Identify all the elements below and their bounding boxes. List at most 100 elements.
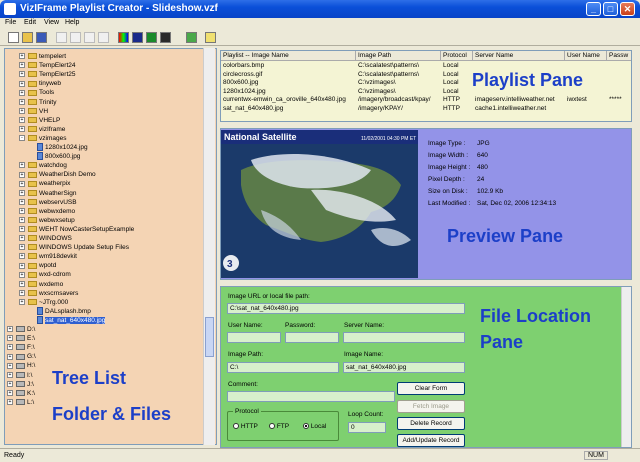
- menu-edit[interactable]: Edit: [24, 19, 36, 26]
- playlist-cell[interactable]: [607, 71, 631, 79]
- color-bars-icon[interactable]: [118, 32, 129, 43]
- playlist-cell[interactable]: [607, 62, 631, 70]
- fileloc-scrollbar[interactable]: [621, 287, 631, 447]
- tree-expander-icon[interactable]: +: [19, 262, 25, 269]
- tree-expander-icon[interactable]: +: [19, 53, 25, 60]
- tree-folder-item[interactable]: + VHELP: [19, 116, 60, 125]
- col-server-name[interactable]: Server Name: [473, 51, 565, 61]
- playlist-cell[interactable]: Local: [441, 71, 473, 79]
- tree-drive-item[interactable]: + F:\: [7, 343, 35, 352]
- tree-folder-item[interactable]: + wxdemo: [19, 280, 63, 289]
- playlist-cell[interactable]: 800x600.jpg: [221, 79, 356, 87]
- playlist-cell[interactable]: iwxtest: [565, 96, 607, 104]
- tree-folder-item[interactable]: - vzimages: [19, 134, 66, 143]
- tree-folder-item[interactable]: + wxscrnsavers: [19, 289, 78, 298]
- tree-folder-item[interactable]: + webwxsetup: [19, 216, 75, 225]
- tree-expander-icon[interactable]: +: [19, 126, 25, 133]
- tree-expander-icon[interactable]: +: [19, 226, 25, 233]
- tree-drive-item[interactable]: + I:\: [7, 371, 32, 380]
- col-password[interactable]: Passw: [607, 51, 631, 61]
- tree-folder-item[interactable]: + TempElert24: [19, 61, 76, 70]
- tree-expander-icon[interactable]: +: [7, 326, 13, 333]
- comment-input[interactable]: [227, 391, 395, 402]
- delete-icon[interactable]: [98, 32, 109, 43]
- playlist-cell[interactable]: C:\scalatest\patterns\: [356, 71, 441, 79]
- playlist-cell[interactable]: currentwx-emwin_ca_oroville_640x480.jpg: [221, 96, 356, 104]
- playlist-cell[interactable]: [473, 62, 565, 70]
- add-update-record-button[interactable]: Add/Update Record: [397, 434, 465, 447]
- cut-icon[interactable]: [56, 32, 67, 43]
- playlist-cell[interactable]: sat_nat_640x480.jpg: [221, 105, 356, 113]
- copy-icon[interactable]: [70, 32, 81, 43]
- tree-folder-item[interactable]: + ~JTrg.000: [19, 298, 68, 307]
- col-image-path[interactable]: Image Path: [356, 51, 441, 61]
- loop-count-input[interactable]: 0: [348, 422, 386, 433]
- tree-expander-icon[interactable]: +: [19, 180, 25, 187]
- fetch-image-button[interactable]: Fetch Image: [397, 400, 465, 413]
- view-dark-icon[interactable]: [160, 32, 171, 43]
- playlist-cell[interactable]: 1280x1024.jpg: [221, 88, 356, 96]
- tree-drive-item[interactable]: + K:\: [7, 389, 35, 398]
- help-icon[interactable]: [205, 32, 216, 43]
- tree-folder-item[interactable]: + TempElert25: [19, 70, 76, 79]
- playlist-cell[interactable]: C:\scalatest\patterns\: [356, 62, 441, 70]
- tree-folder-item[interactable]: + VH: [19, 107, 48, 116]
- tree-drive-item[interactable]: + D:\: [7, 325, 35, 334]
- close-button[interactable]: ✕: [620, 2, 635, 16]
- tree-expander-icon[interactable]: +: [19, 171, 25, 178]
- playlist-cell[interactable]: colorbars.bmp: [221, 62, 356, 70]
- playlist-cell[interactable]: C:\vzimages\: [356, 79, 441, 87]
- radio-local-dot[interactable]: [303, 423, 309, 430]
- tree-expander-icon[interactable]: +: [7, 353, 13, 360]
- col-protocol[interactable]: Protocol: [441, 51, 473, 61]
- new-file-icon[interactable]: [8, 32, 19, 43]
- tree-file-item[interactable]: DALsplash.bmp: [37, 307, 91, 316]
- tree-folder-item[interactable]: + WeatherDish Demo: [19, 170, 96, 179]
- playlist-cell[interactable]: cache1.intelliweather.net: [473, 105, 565, 113]
- tree-drive-item[interactable]: + L:\: [7, 398, 34, 407]
- password-input[interactable]: [285, 332, 339, 343]
- tree-scrollbar[interactable]: [203, 48, 215, 445]
- playlist-cell[interactable]: C:\vzimages\: [356, 88, 441, 96]
- image-name-input[interactable]: sat_nat_640x480.jpg: [343, 362, 465, 373]
- tree-file-item[interactable]: 800x600.jpg: [37, 152, 80, 161]
- tree-folder-item[interactable]: + webwxdemo: [19, 207, 75, 216]
- playlist-cell[interactable]: imageserv.intelliweather.net: [473, 96, 565, 104]
- view-green-icon[interactable]: [146, 32, 157, 43]
- playlist-cell[interactable]: [565, 105, 607, 113]
- clear-form-button[interactable]: Clear Form: [397, 382, 465, 395]
- tree-file-item[interactable]: sat_nat_640x480.jpg: [37, 316, 106, 325]
- playlist-cell[interactable]: /imagery/KPAY/: [356, 105, 441, 113]
- tree-folder-item[interactable]: + Tools: [19, 88, 54, 97]
- radio-http[interactable]: HTTP: [233, 423, 258, 430]
- playlist-cell[interactable]: HTTP: [441, 105, 473, 113]
- tree-folder-item[interactable]: + tinyweb: [19, 79, 61, 88]
- tree-folder-item[interactable]: + WINDOWS: [19, 234, 72, 243]
- tree-expander-icon[interactable]: +: [19, 189, 25, 196]
- minimize-button[interactable]: _: [586, 2, 601, 16]
- tree-expander-icon[interactable]: +: [19, 235, 25, 242]
- tree-folder-item[interactable]: + Trinity: [19, 98, 56, 107]
- tree-expander-icon[interactable]: +: [19, 62, 25, 69]
- playlist-cell[interactable]: Local: [441, 79, 473, 87]
- export-icon[interactable]: [186, 32, 197, 43]
- radio-ftp[interactable]: FTP: [269, 423, 289, 430]
- open-folder-icon[interactable]: [22, 32, 33, 43]
- menu-file[interactable]: File: [5, 19, 16, 26]
- tree-folder-item[interactable]: + webservUSB: [19, 198, 77, 207]
- tree-expander-icon[interactable]: +: [7, 380, 13, 387]
- playlist-cell[interactable]: *****: [607, 96, 631, 104]
- tree-expander-icon[interactable]: +: [19, 162, 25, 169]
- menu-view[interactable]: View: [44, 19, 59, 26]
- tree-expander-icon[interactable]: +: [19, 107, 25, 114]
- delete-record-button[interactable]: Delete Record: [397, 417, 465, 430]
- tree-expander-icon[interactable]: +: [19, 198, 25, 205]
- tree-expander-icon[interactable]: +: [7, 371, 13, 378]
- tree-expander-icon[interactable]: +: [19, 271, 25, 278]
- tree-expander-icon[interactable]: +: [19, 298, 25, 305]
- tree-expander-icon[interactable]: +: [19, 98, 25, 105]
- playlist-cell[interactable]: Local: [441, 88, 473, 96]
- tree-expander-icon[interactable]: +: [7, 362, 13, 369]
- tree-expander-icon[interactable]: +: [19, 217, 25, 224]
- playlist-cell[interactable]: [607, 88, 631, 96]
